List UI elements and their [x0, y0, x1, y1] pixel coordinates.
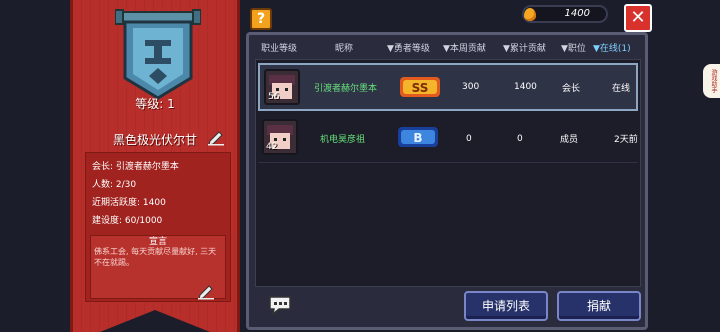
guild-activity-line: 近期活跃度: 1400	[92, 198, 166, 208]
gem-coin-icon	[524, 8, 536, 21]
guild-level: 等级: 1	[135, 97, 175, 111]
avatar-level: 56	[268, 92, 280, 102]
member-list: 56 引渡者赫尔墨本 SS 300 1400 会长 在线 42 机电昊彦祖 B …	[255, 59, 641, 287]
guild-emblem-icon	[115, 9, 201, 100]
member-position: 会长	[562, 83, 581, 94]
member-panel: 职业等级 昵称 ▼勇者等级 ▼本周贡献 ▼累计贡献 ▼职位 ▼在线(1) 56 …	[246, 32, 648, 330]
member-row[interactable]: 42 机电昊彦祖 B 0 0 成员 2天前	[258, 115, 638, 163]
apply-list-button[interactable]: 申请列表	[464, 291, 548, 321]
member-total: 1400	[514, 82, 537, 92]
avatar: 56	[264, 69, 300, 105]
col-nickname: 昵称	[335, 44, 354, 54]
member-row[interactable]: 56 引渡者赫尔墨本 SS 300 1400 会长 在线	[258, 63, 638, 111]
col-weekly-contribution[interactable]: ▼本周贡献	[443, 41, 486, 54]
guild-leader-line: 会长: 引渡者赫尔墨本	[92, 162, 179, 172]
member-position: 成员	[560, 135, 579, 145]
member-online: 2天前	[614, 135, 638, 145]
avatar-level: 42	[266, 142, 278, 152]
rank-ss-badge-icon: SS	[400, 77, 440, 97]
coin-value: 1400	[564, 8, 590, 19]
guild-members-line: 人数: 2/30	[92, 180, 137, 190]
declaration-text: 佛系工会, 每天贡献尽量献好, 三天不在就踢。	[94, 247, 217, 267]
coin-counter: 1400	[522, 5, 608, 23]
close-button[interactable]: ✕	[624, 4, 652, 32]
banner-tail-notch	[100, 310, 210, 332]
guild-construction-line: 建设度: 60/1000	[92, 216, 163, 226]
rank-b-badge-icon: B	[398, 127, 438, 147]
member-online: 在线	[612, 83, 631, 94]
member-name: 机电昊彦祖	[320, 135, 366, 145]
member-total: 0	[517, 133, 523, 144]
member-weekly: 0	[466, 133, 472, 144]
member-weekly: 300	[462, 82, 480, 92]
guild-name: 黑色极光伏尔甘	[113, 133, 198, 147]
donate-button[interactable]: 捐献	[557, 291, 641, 321]
edit-name-pencil-icon[interactable]	[207, 128, 225, 146]
col-position[interactable]: ▼职位	[561, 41, 586, 54]
member-name: 引渡者赫尔墨本	[314, 83, 378, 94]
table-header: 职业等级 昵称 ▼勇者等级 ▼本周贡献 ▼累计贡献 ▼职位 ▼在线(1)	[249, 41, 645, 55]
col-class-level: 职业等级	[261, 44, 298, 54]
col-hero-level[interactable]: ▼勇者等级	[387, 41, 430, 54]
help-button[interactable]: ?	[250, 8, 272, 30]
col-online[interactable]: ▼在线(1)	[593, 41, 631, 54]
game-assistant-tab[interactable]: 游戏助手	[703, 64, 720, 98]
avatar: 42	[262, 119, 298, 155]
chat-bubble-icon[interactable]	[267, 295, 293, 315]
guild-info-box: 会长: 引渡者赫尔墨本 人数: 2/30 近期活跃度: 1400 建设度: 60…	[85, 152, 231, 302]
rank-badge-text: B	[413, 131, 422, 145]
col-total-contribution[interactable]: ▼累计贡献	[503, 41, 546, 54]
guild-banner: 等级: 1 黑色极光伏尔甘 会长: 引渡者赫尔墨本 人数: 2/30 近期活跃度…	[70, 0, 240, 332]
rank-badge-text: SS	[412, 81, 429, 95]
edit-declaration-pencil-icon[interactable]	[197, 282, 215, 300]
